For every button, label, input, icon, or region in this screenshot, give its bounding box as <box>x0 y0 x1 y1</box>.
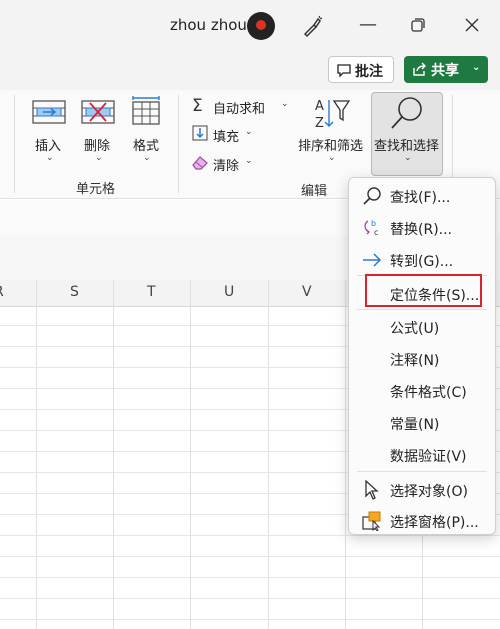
eraser-icon <box>192 156 208 170</box>
cells-group-label: 单元格 <box>76 182 116 197</box>
delete-cells-icon <box>81 100 115 124</box>
magnifier-icon <box>391 97 422 129</box>
clear-button[interactable]: 清除 <box>213 155 239 174</box>
comment-icon <box>337 64 351 77</box>
fill-button[interactable]: 填充 <box>213 126 239 145</box>
sort-filter-button[interactable]: 排序和筛选 <box>298 135 363 154</box>
fill-chevron-icon[interactable]: ⌄ <box>245 127 253 137</box>
clear-chevron-icon[interactable]: ⌄ <box>245 156 253 166</box>
column-header-v[interactable]: V <box>302 284 312 300</box>
menu-separator <box>357 309 487 310</box>
sort-filter-chevron-icon[interactable]: ⌄ <box>328 153 336 163</box>
share-dropdown-icon[interactable]: ⌄ <box>472 62 480 73</box>
svg-text:c: c <box>374 228 378 237</box>
delete-chevron-icon[interactable]: ⌄ <box>95 153 103 163</box>
pointer-icon <box>365 480 379 500</box>
share-button[interactable]: 共享 ⌄ <box>404 56 488 83</box>
delete-button[interactable]: 删除 <box>84 135 110 154</box>
restore-icon[interactable] <box>410 17 426 33</box>
highlight-box <box>365 274 482 307</box>
svg-text:A: A <box>315 99 324 114</box>
insert-cells-icon <box>32 100 66 124</box>
grid-hline <box>0 619 500 620</box>
edit-group-label: 编辑 <box>301 184 328 199</box>
grid-hline <box>0 598 500 599</box>
close-icon[interactable] <box>465 18 479 32</box>
find-select-label: 查找和选择 <box>374 139 440 154</box>
svg-text:b: b <box>371 219 376 228</box>
sort-filter-icon: A Z <box>315 99 351 130</box>
replace-icon: b c <box>364 219 378 237</box>
column-header-u[interactable]: U <box>224 284 234 300</box>
menu-item-replace[interactable]: b c 替换(R)... <box>349 212 495 242</box>
search-icon <box>363 187 381 205</box>
menu-item-label: 公式(U) <box>390 321 440 337</box>
comment-label: 批注 <box>355 64 383 80</box>
column-header-r[interactable]: R <box>0 284 4 300</box>
insert-button[interactable]: 插入 <box>35 135 61 154</box>
menu-item-find[interactable]: 查找(F)... <box>349 180 495 210</box>
menu-item-label: 查找(F)... <box>390 190 451 206</box>
arrow-right-icon <box>363 253 382 267</box>
find-select-menu: 查找(F)... b c 替换(R)... 转到(G)... 定位条件(S)..… <box>348 177 496 535</box>
menu-item-conditional-formatting[interactable]: 条件格式(C) <box>349 375 495 405</box>
grid-hline <box>0 577 500 578</box>
svg-text:Z: Z <box>315 116 324 130</box>
selection-pane-icon <box>362 511 381 531</box>
menu-item-notes[interactable]: 注释(N) <box>349 343 495 373</box>
minimize-icon[interactable]: — <box>353 10 383 40</box>
find-select-chevron-icon: ⌄ <box>404 153 412 163</box>
group-separator <box>178 95 179 193</box>
format-button[interactable]: 格式 <box>133 135 159 154</box>
menu-item-formulas[interactable]: 公式(U) <box>349 311 495 341</box>
fill-down-icon <box>192 125 208 141</box>
autosum-button[interactable]: 自动求和 <box>213 98 265 117</box>
menu-item-constants[interactable]: 常量(N) <box>349 407 495 437</box>
share-icon <box>413 62 426 76</box>
column-header-s[interactable]: S <box>70 284 79 300</box>
grid-hline <box>0 535 500 536</box>
comment-button[interactable]: 批注 <box>328 56 394 83</box>
user-name: zhou zhou <box>170 16 247 34</box>
ribbon-left-edge <box>0 95 15 193</box>
menu-item-label: 条件格式(C) <box>390 385 467 401</box>
insert-chevron-icon[interactable]: ⌄ <box>46 153 54 163</box>
menu-item-label: 替换(R)... <box>390 222 453 238</box>
format-cells-icon <box>132 96 160 125</box>
menu-item-label: 选择对象(O) <box>390 484 468 500</box>
menu-item-goto[interactable]: 转到(G)... <box>349 244 495 274</box>
autosum-icon: Σ <box>192 96 203 116</box>
designer-pen-icon[interactable] <box>300 14 324 38</box>
grid-hline <box>0 556 500 557</box>
menu-item-select-objects[interactable]: 选择对象(O) <box>349 474 495 504</box>
menu-item-label: 常量(N) <box>390 417 440 433</box>
menu-item-label: 转到(G)... <box>390 254 454 270</box>
menu-separator <box>357 471 487 472</box>
menu-item-selection-pane[interactable]: 选择窗格(P)... <box>349 505 495 535</box>
menu-item-data-validation[interactable]: 数据验证(V) <box>349 439 495 469</box>
format-chevron-icon[interactable]: ⌄ <box>143 153 151 163</box>
autosum-chevron-icon[interactable]: ⌄ <box>281 99 289 109</box>
menu-item-label: 注释(N) <box>390 353 440 369</box>
menu-item-label: 选择窗格(P)... <box>390 515 479 531</box>
avatar[interactable] <box>247 12 275 40</box>
share-label: 共享 <box>431 63 459 79</box>
column-header-t[interactable]: T <box>147 284 156 300</box>
menu-item-label: 数据验证(V) <box>390 449 467 465</box>
